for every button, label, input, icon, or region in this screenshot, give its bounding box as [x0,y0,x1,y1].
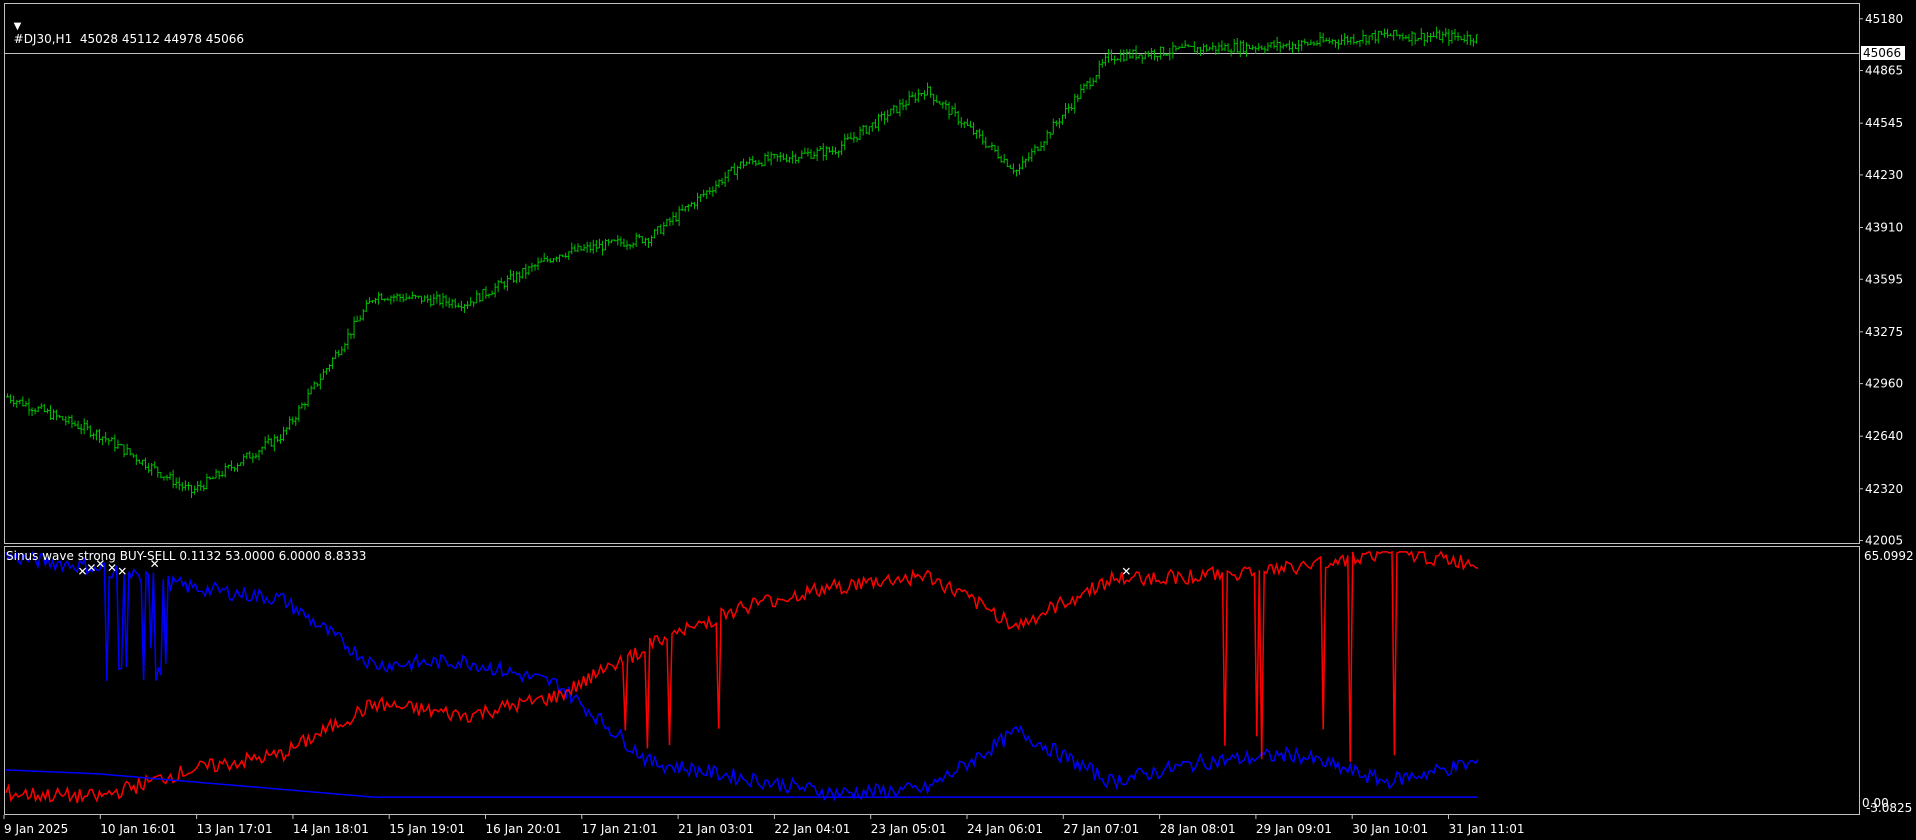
current-price-label: 45066 [1863,46,1901,60]
time-tick-label: 9 Jan 2025 [4,822,68,836]
time-tick-label: 13 Jan 17:01 [197,822,273,836]
time-tick-label: 14 Jan 18:01 [293,822,369,836]
time-tick-label: 30 Jan 10:01 [1352,822,1428,836]
current-price-box: 45066 [1861,46,1905,60]
time-tick-label: 24 Jan 06:01 [967,822,1043,836]
indicator-lines [5,550,1479,804]
time-tick-label: 17 Jan 21:01 [582,822,658,836]
time-tick-label: 21 Jan 03:01 [678,822,754,836]
time-tick-label: 22 Jan 04:01 [774,822,850,836]
chart-menu-arrow-icon[interactable]: ▼ [14,21,22,32]
price-tick-label: 42640 [1865,429,1903,443]
chart-window[interactable]: 45180 44865 44545 44230 43910 43595 43275 42960… [0,0,1916,840]
time-tick-label: 31 Jan 11:01 [1449,822,1525,836]
time-axis: 9 Jan 2025 10 Jan 16:01 13 Jan 17:01 14 Jan… [3,815,1525,836]
price-axis: 45180 44865 44545 44230 43910 43595 43275 42960… [1859,12,1903,548]
main-chart-frame[interactable] [4,3,1860,544]
price-tick-label: 44230 [1865,168,1903,182]
indicator-frame[interactable] [4,546,1860,815]
price-tick-label: 42005 [1865,534,1903,548]
price-tick-label: 43275 [1865,325,1903,339]
indicator-series-line [5,769,1478,798]
price-tick-label: 42320 [1865,482,1903,496]
price-tick-label: 43910 [1865,220,1903,234]
indicator-series-line [5,550,1479,804]
time-tick-label: 16 Jan 20:01 [486,822,562,836]
price-tick-label: 43595 [1865,272,1903,286]
time-tick-label: 15 Jan 19:01 [389,822,465,836]
time-tick-label: 27 Jan 07:01 [1063,822,1139,836]
price-tick-label: 45180 [1865,12,1903,26]
main-chart-header[interactable]: ▼ #DJ30,H1 45028 45112 44978 45066 [6,4,244,46]
indicator-title: Sinus wave strong BUY-SELL 0.1132 53.000… [6,549,367,563]
signal-marker-icon: ✕ [1121,565,1131,579]
time-tick-label: 28 Jan 08:01 [1160,822,1236,836]
time-tick-label: 29 Jan 09:01 [1256,822,1332,836]
indicator-min-label: 0.00 [1862,796,1889,810]
price-tick-label: 44545 [1865,116,1903,130]
indicator-max-label: 65.0992 [1864,549,1914,563]
time-tick-label: 23 Jan 05:01 [871,822,947,836]
time-tick-label: 10 Jan 16:01 [100,822,176,836]
price-tick-label: 42960 [1865,377,1903,391]
signal-marker-icon: ✕ [117,565,127,579]
chart-symbol-title: #DJ30,H1 45028 45112 44978 45066 [13,32,244,46]
price-tick-label: 44865 [1865,64,1903,78]
price-bars [6,26,1478,499]
